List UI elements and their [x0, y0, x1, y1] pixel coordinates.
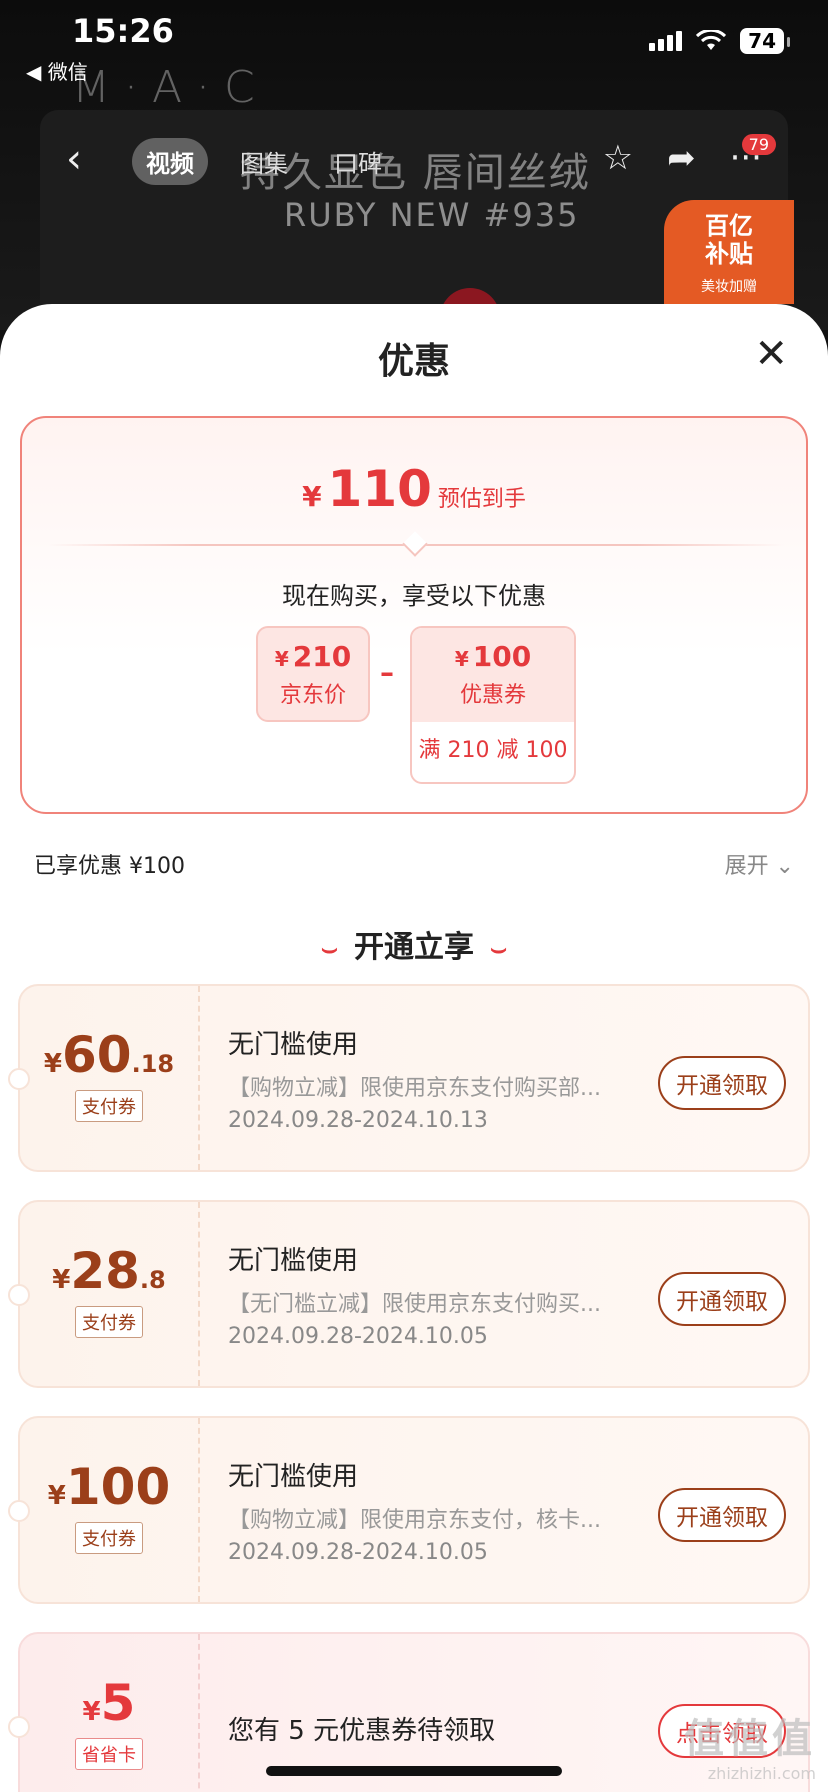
jd-price-value-wrap: ¥210 — [258, 640, 368, 673]
coupon-type-tag: 支付券 — [75, 1090, 143, 1122]
decoration-left-icon: ⌣ — [320, 934, 338, 964]
coupon-amount-panel: ¥28.8 支付券 — [20, 1202, 200, 1386]
coupon-amount-int: 28 — [70, 1242, 140, 1300]
brand-logo: M·A·C — [72, 62, 269, 113]
activate-claim-button[interactable]: 开通领取 — [658, 1056, 786, 1110]
coupon-amount: ¥100 — [20, 1458, 198, 1516]
wifi-icon — [696, 30, 727, 50]
coupon-amount-dec: .8 — [139, 1266, 166, 1294]
coupon-discount-top: ¥100 优惠券 — [412, 628, 574, 722]
coupon-card: ¥60.18 支付券 无门槛使用 【购物立减】限使用京东支付购买部... 202… — [8, 984, 810, 1172]
subsidy-line2: 补贴 — [705, 240, 753, 268]
nav-actions: ☆ ➦ ··· — [603, 138, 762, 178]
activate-claim-button[interactable]: 开通领取 — [658, 1272, 786, 1326]
coupon-amount-int: 5 — [100, 1674, 136, 1732]
expand-toggle[interactable]: 展开 ⌄ — [725, 848, 794, 880]
coupon-amount: ¥60.18 — [20, 1026, 198, 1084]
coupon-rule: 满 210 减 100 — [418, 738, 568, 763]
close-icon[interactable]: ✕ — [754, 334, 788, 374]
subsidy-line3: 美妆加赠 — [701, 279, 757, 295]
coupon-discount-currency: ¥ — [454, 647, 469, 671]
coupon-title: 无门槛使用 — [228, 1030, 359, 1060]
jd-price-box: ¥210 京东价 — [256, 626, 370, 722]
coupon-description: 【无门槛立减】限使用京东支付购买... — [228, 1292, 601, 1317]
watermark-url: zhizhizhi.com — [707, 1764, 816, 1783]
enjoyed-discount: 已享优惠 ¥100 — [34, 854, 185, 879]
coupon-validity: 2024.09.28-2024.10.05 — [228, 1540, 488, 1565]
estimated-price: ¥110 预估到手 — [22, 460, 806, 518]
battery-icon: 74 — [740, 28, 790, 54]
coupon-title: 您有 5 元优惠券待领取 — [228, 1716, 496, 1746]
coupon-validity: 2024.09.28-2024.10.05 — [228, 1324, 488, 1349]
coupon-discount-value: 100 — [472, 640, 532, 673]
signal-icon — [649, 31, 683, 51]
coupon-type-tag: 省省卡 — [75, 1738, 143, 1770]
message-count-badge: 79 — [741, 134, 776, 155]
coupon-validity: 2024.09.28-2024.10.13 — [228, 1108, 488, 1133]
minus-sign: – — [380, 656, 394, 689]
coupon-currency: ¥ — [43, 1049, 62, 1079]
coupon-card: ¥100 支付券 无门槛使用 【购物立减】限使用京东支付，核卡... 2024.… — [8, 1416, 810, 1604]
coupon-type-tag: 支付券 — [75, 1306, 143, 1338]
share-icon[interactable]: ➦ — [667, 138, 696, 178]
coupon-type-tag: 支付券 — [75, 1522, 143, 1554]
activate-claim-button[interactable]: 开通领取 — [658, 1488, 786, 1542]
status-time: 15:26 — [72, 12, 174, 50]
jd-price-value: 210 — [292, 640, 352, 673]
tab-video[interactable]: 视频 — [132, 138, 208, 185]
tab-gallery[interactable]: 图集 — [226, 138, 302, 185]
home-indicator[interactable] — [266, 1766, 562, 1776]
section-title: ⌣ 开通立享 ⌣ — [0, 922, 828, 966]
decoration-right-icon: ⌣ — [490, 934, 508, 964]
section-title-text: 开通立享 — [354, 930, 474, 965]
coupon-currency: ¥ — [52, 1265, 71, 1295]
coupon-discount-box: ¥100 优惠券 满 210 减 100 — [410, 626, 576, 784]
jd-price-currency: ¥ — [274, 647, 289, 671]
sheet-title: 优惠 — [377, 341, 450, 382]
back-icon[interactable]: ‹ — [66, 136, 82, 182]
discount-sheet: 优惠 ✕ ¥110 预估到手 现在购买，享受以下优惠 ¥210 京东价 – ¥10… — [0, 304, 828, 1792]
coupon-amount-int: 60 — [61, 1026, 132, 1084]
buy-now-text: 现在购买，享受以下优惠 — [282, 582, 546, 610]
watermark: 值值值 zhizhizhi.com — [684, 1706, 816, 1783]
divider-notch — [402, 531, 428, 557]
subsidy-line1: 百亿 — [705, 212, 753, 240]
coupon-description: 【购物立减】限使用京东支付购买部... — [228, 1076, 601, 1101]
status-icons: 74 — [649, 28, 790, 54]
product-image-subtitle: RUBY NEW #935 — [284, 196, 580, 234]
coupon-amount-panel: ¥5 省省卡 — [20, 1634, 200, 1792]
coupon-card: ¥28.8 支付券 无门槛使用 【无门槛立减】限使用京东支付购买... 2024… — [8, 1200, 810, 1388]
coupon-amount: ¥28.8 — [20, 1242, 198, 1300]
coupon-title: 无门槛使用 — [228, 1246, 359, 1276]
coupon-title: 无门槛使用 — [228, 1462, 359, 1492]
jd-price-label: 京东价 — [279, 683, 346, 708]
coupon-discount-label: 优惠券 — [459, 683, 526, 708]
watermark-logo: 值值值 — [684, 1716, 816, 1762]
coupon-amount-panel: ¥100 支付券 — [20, 1418, 200, 1602]
coupon-amount-int: 100 — [65, 1458, 171, 1516]
estimated-amount: 110 — [327, 460, 432, 518]
coupon-amount: ¥5 — [20, 1674, 198, 1732]
coupon-amount-panel: ¥60.18 支付券 — [20, 986, 200, 1170]
estimated-label: 预估到手 — [437, 487, 526, 512]
coupon-description: 【购物立减】限使用京东支付，核卡... — [228, 1508, 601, 1533]
media-tabs: 视频 图集 口碑 — [132, 138, 396, 185]
coupon-currency: ¥ — [47, 1481, 66, 1511]
favorite-star-icon[interactable]: ☆ — [603, 138, 633, 178]
tab-reviews[interactable]: 口碑 — [320, 138, 396, 185]
coupon-amount-dec: .18 — [131, 1050, 175, 1078]
coupon-currency: ¥ — [82, 1697, 101, 1727]
back-to-app-link[interactable]: ◀ 微信 — [26, 56, 88, 85]
estimated-currency: ¥ — [302, 480, 322, 513]
subsidy-badge[interactable]: 百亿 补贴 美妆加赠 — [664, 200, 794, 304]
coupon-discount-value-wrap: ¥100 — [412, 640, 574, 673]
price-breakdown-card: ¥110 预估到手 现在购买，享受以下优惠 ¥210 京东价 – ¥100 优惠券… — [20, 416, 808, 814]
